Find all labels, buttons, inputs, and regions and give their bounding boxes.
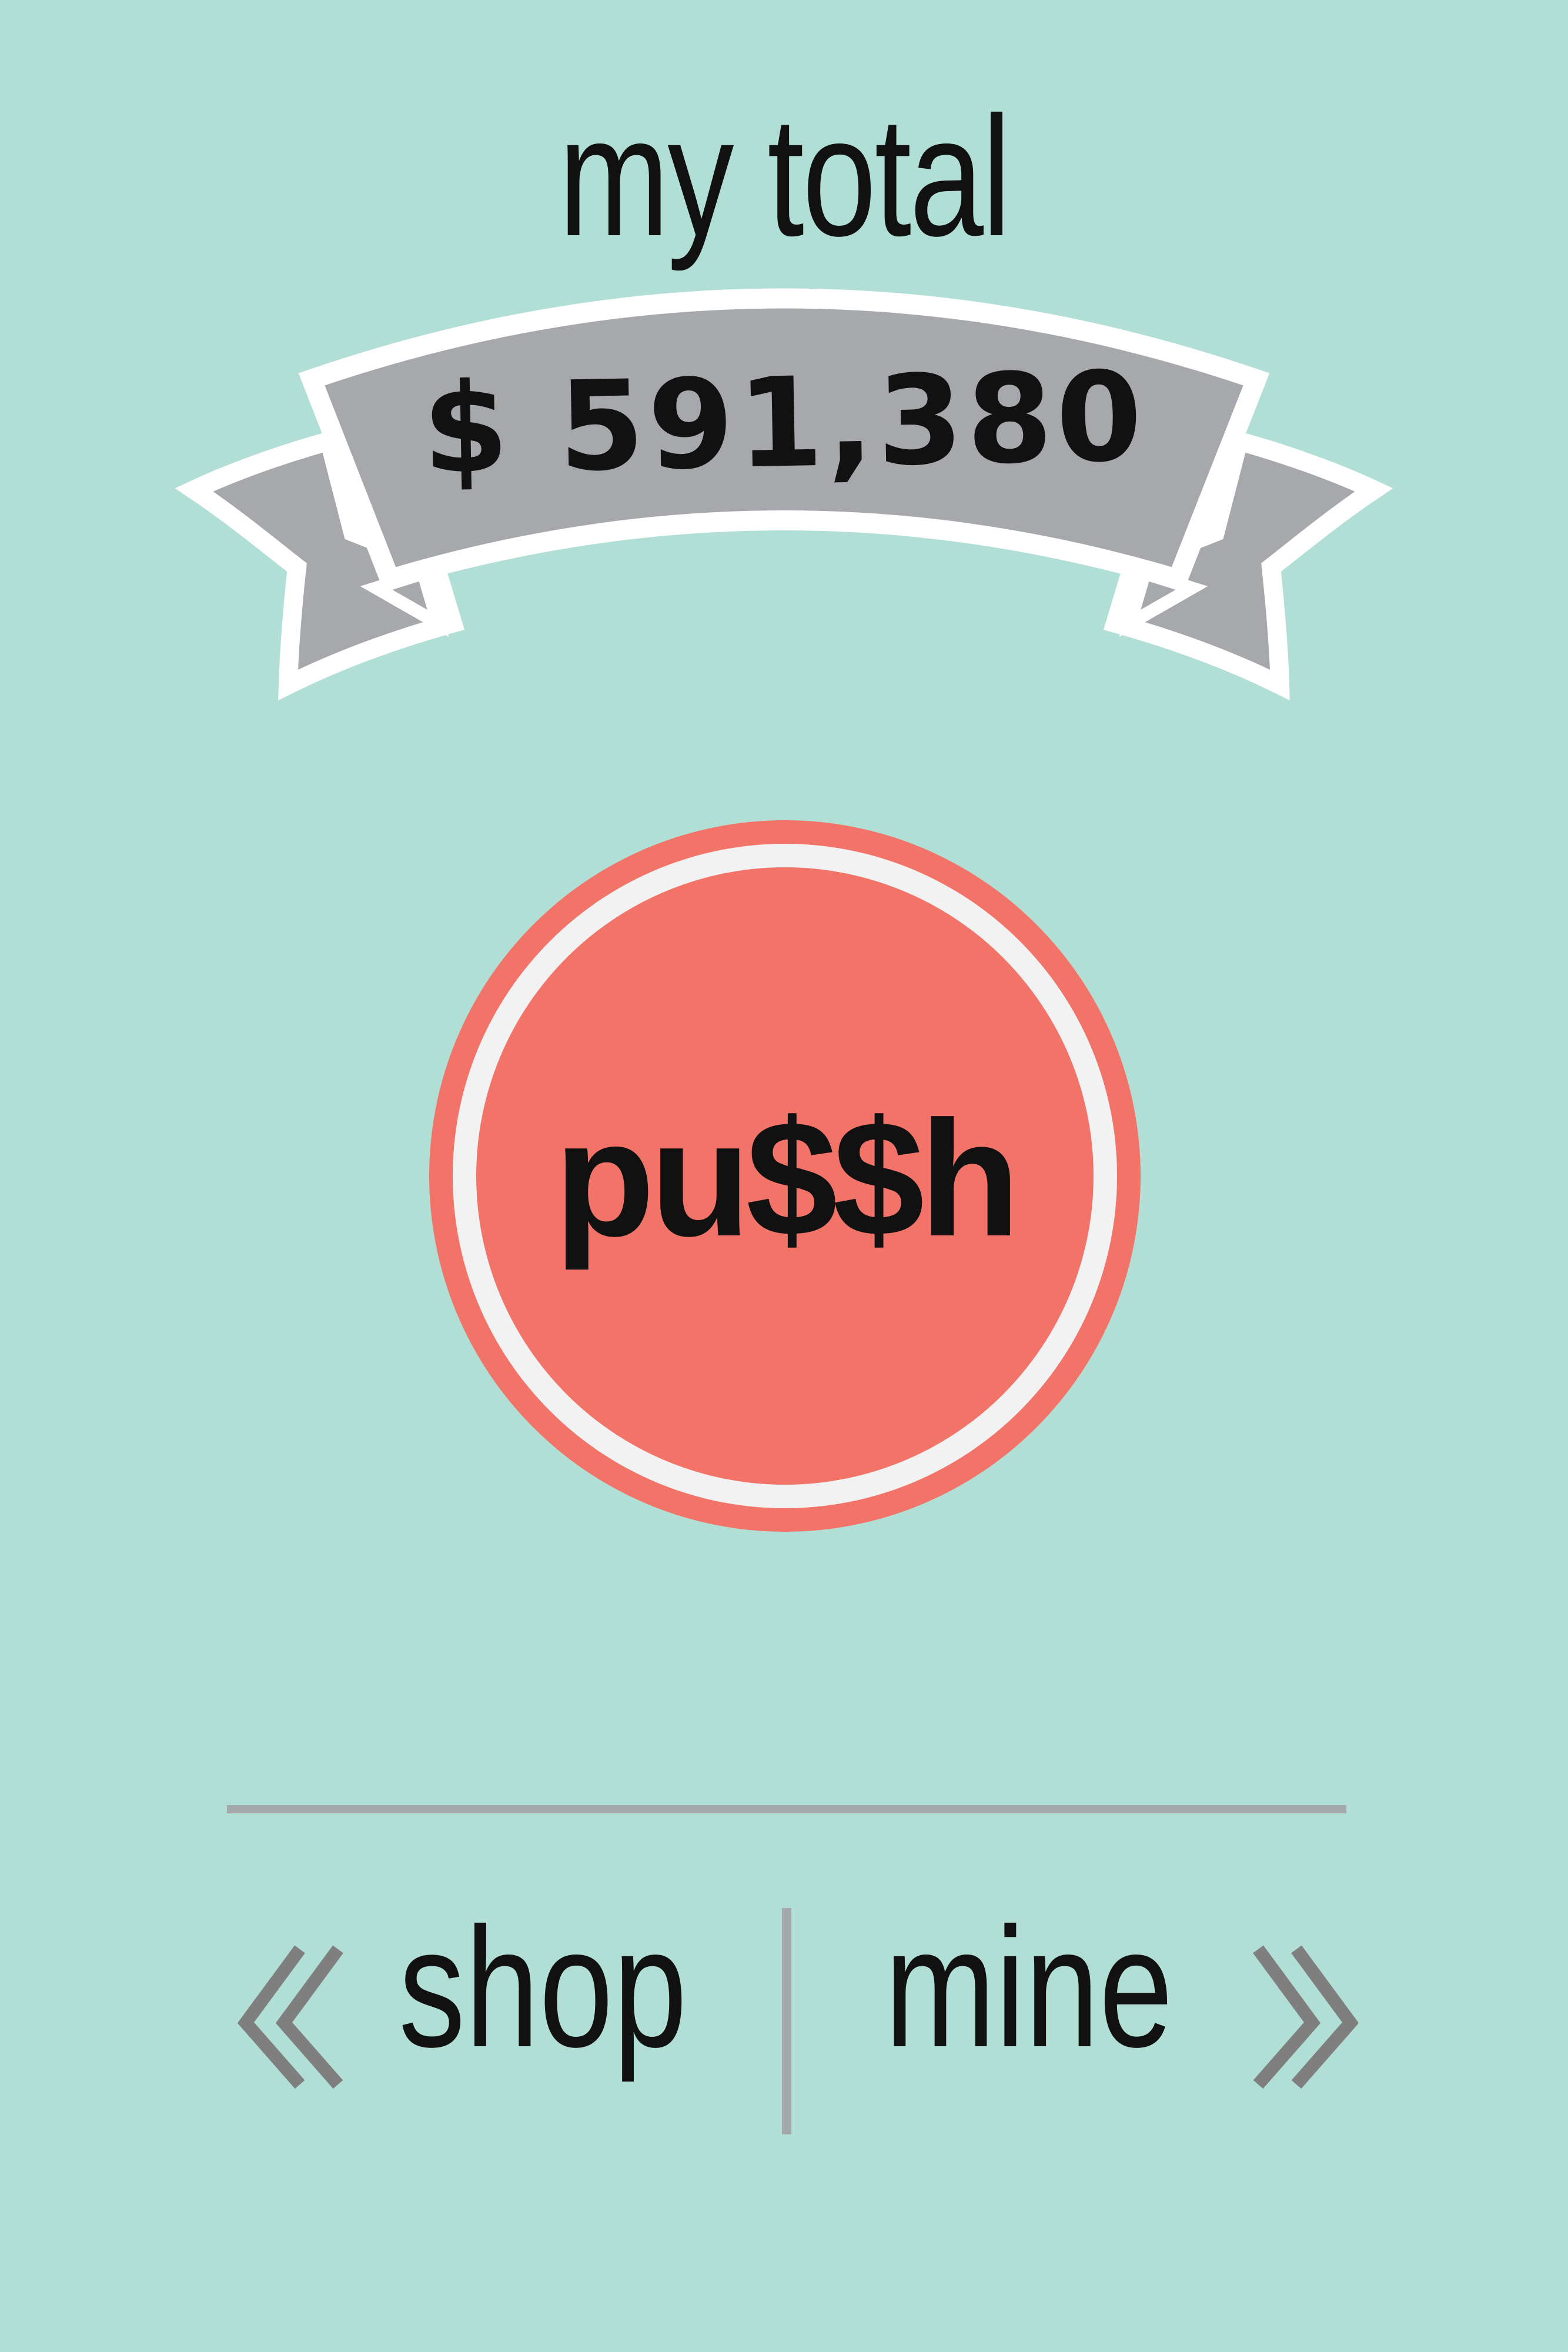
horizontal-divider: [227, 1805, 1346, 1813]
double-chevron-right-icon[interactable]: [1246, 1940, 1358, 2093]
double-chevron-left-icon[interactable]: [235, 1940, 347, 2093]
total-amount: $ 591,380: [421, 345, 1147, 502]
nav-shop-link[interactable]: shop: [399, 1899, 687, 2076]
push-button-ring: pu$$h: [453, 844, 1117, 1508]
push-button-label: pu$$h: [554, 1087, 1021, 1271]
push-button-face: pu$$h: [476, 867, 1094, 1485]
vertical-divider: [782, 1908, 791, 2134]
nav-mine-link[interactable]: mine: [882, 1899, 1175, 2076]
push-button[interactable]: pu$$h: [429, 820, 1141, 1532]
